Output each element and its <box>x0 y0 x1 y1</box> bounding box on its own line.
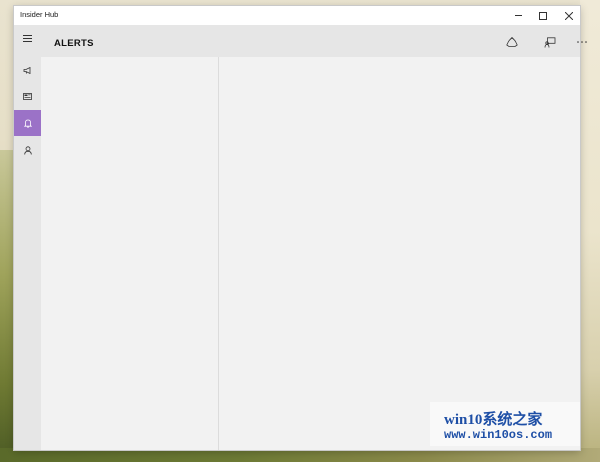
app-window: Insider Hub ALERTS <box>14 6 587 450</box>
sidebar <box>14 25 41 450</box>
minimize-button[interactable] <box>504 6 532 25</box>
feedback-icon <box>544 36 556 48</box>
maximize-icon <box>539 11 547 20</box>
sidebar-item-profile[interactable] <box>14 137 41 163</box>
megaphone-icon <box>23 66 31 74</box>
alerts-list-pane <box>41 57 218 450</box>
sidebar-item-feed[interactable] <box>14 83 41 109</box>
sidebar-item-alerts[interactable] <box>14 110 41 136</box>
person-icon <box>23 145 32 155</box>
recycle-icon <box>506 36 518 47</box>
title-bar[interactable]: Insider Hub <box>14 6 580 25</box>
recycle-button[interactable] <box>501 32 523 52</box>
maximize-button[interactable] <box>529 6 557 25</box>
sidebar-item-announcements[interactable] <box>14 57 41 83</box>
watermark-title: win10系统之家 <box>444 412 543 428</box>
feed-icon <box>23 92 32 100</box>
menu-button[interactable] <box>14 25 41 51</box>
minimize-icon <box>514 15 522 16</box>
watermark-url: www.win10os.com <box>444 428 553 442</box>
bell-icon <box>23 119 32 128</box>
alert-detail-pane <box>219 57 580 450</box>
wallpaper-right <box>580 0 600 462</box>
window-title: Insider Hub <box>20 10 59 19</box>
close-icon <box>565 11 573 20</box>
wallpaper-left <box>0 150 14 462</box>
close-button[interactable] <box>555 6 583 25</box>
more-button[interactable] <box>571 32 593 52</box>
more-icon <box>577 41 587 43</box>
hamburger-icon <box>23 34 32 42</box>
wallpaper-bottom <box>0 448 600 462</box>
watermark: win10系统之家 www.win10os.com <box>430 402 580 446</box>
feedback-button[interactable] <box>539 32 561 52</box>
page-header: ALERTS <box>41 25 587 57</box>
page-title: ALERTS <box>54 38 94 49</box>
